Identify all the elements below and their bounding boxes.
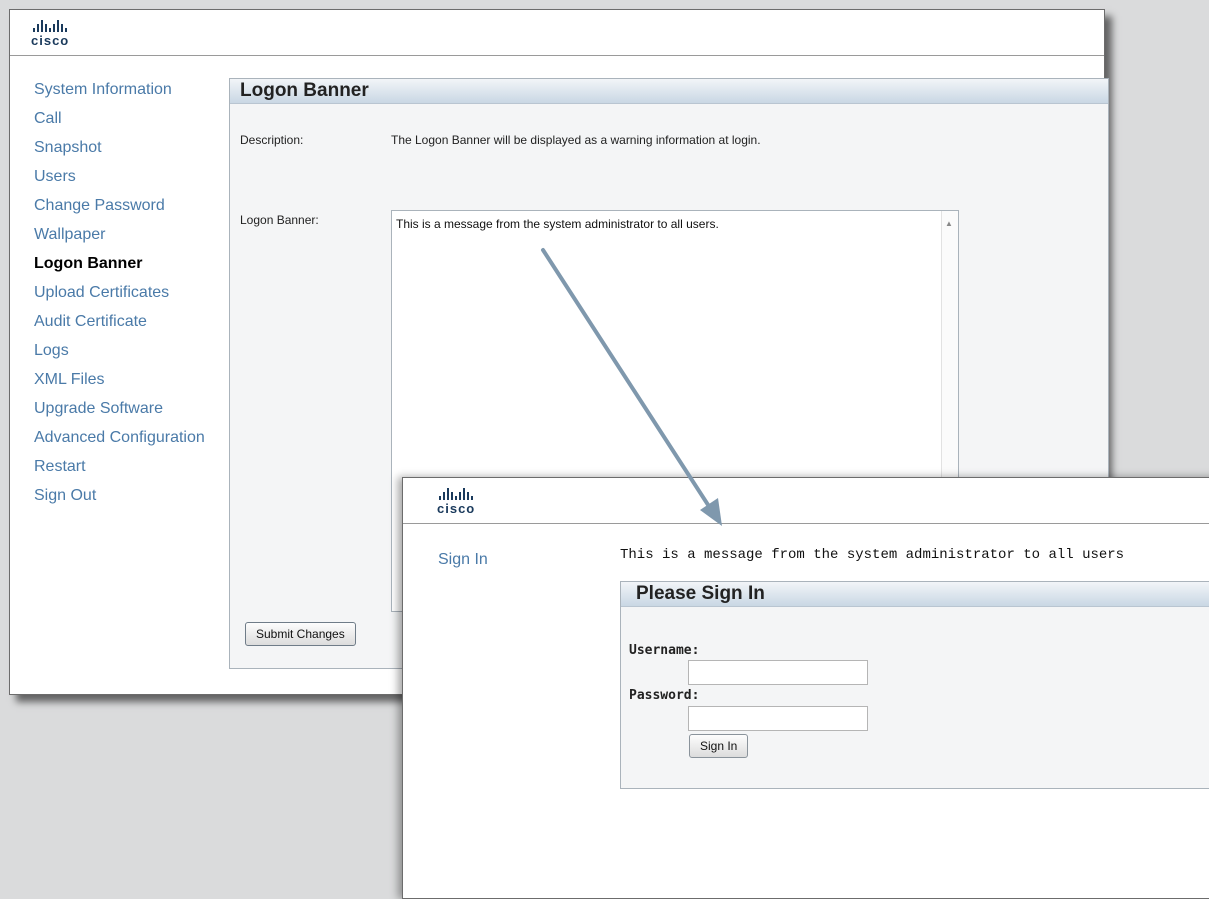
nav-item-upload-certificates[interactable]: Upload Certificates (34, 283, 224, 302)
cisco-logo: cisco (31, 20, 69, 47)
signin-window: cisco Sign In This is a message from the… (402, 477, 1209, 899)
cisco-logo-text: cisco (31, 33, 70, 48)
password-label: Password: (629, 688, 700, 703)
sign-in-panel: Please Sign In Username: Password: Sign … (620, 581, 1209, 789)
nav-item-snapshot[interactable]: Snapshot (34, 138, 224, 157)
sign-in-panel-title: Please Sign In (621, 582, 1209, 607)
nav-item-audit-certificate[interactable]: Audit Certificate (34, 312, 224, 331)
username-input[interactable] (688, 660, 868, 685)
nav-item-users[interactable]: Users (34, 167, 224, 186)
description-text: The Logon Banner will be displayed as a … (391, 133, 761, 147)
logon-banner-text: This is a message from the system admini… (396, 217, 719, 231)
nav-item-xml-files[interactable]: XML Files (34, 370, 224, 389)
nav-item-system-information[interactable]: System Information (34, 80, 224, 99)
description-label: Description: (240, 133, 304, 147)
cisco-logo-bars (439, 488, 475, 500)
admin-sidebar-nav: System Information Call Snapshot Users C… (34, 80, 224, 515)
nav-item-change-password[interactable]: Change Password (34, 196, 224, 215)
nav-item-call[interactable]: Call (34, 109, 224, 128)
nav-item-sign-in[interactable]: Sign In (438, 551, 488, 569)
nav-item-advanced-configuration[interactable]: Advanced Configuration (34, 428, 224, 447)
password-input[interactable] (688, 706, 868, 731)
nav-item-wallpaper[interactable]: Wallpaper (34, 225, 224, 244)
cisco-logo-bars (33, 20, 69, 32)
cisco-logo-text: cisco (437, 501, 476, 516)
logon-banner-message: This is a message from the system admini… (620, 547, 1125, 563)
nav-item-logon-banner[interactable]: Logon Banner (34, 254, 224, 273)
nav-item-restart[interactable]: Restart (34, 457, 224, 476)
cisco-logo: cisco (437, 488, 475, 515)
header-divider (10, 55, 1104, 56)
scroll-up-arrow-icon[interactable]: ▲ (945, 219, 953, 228)
nav-item-logs[interactable]: Logs (34, 341, 224, 360)
submit-changes-button[interactable]: Submit Changes (245, 622, 356, 646)
nav-item-sign-out[interactable]: Sign Out (34, 486, 224, 505)
header-divider (403, 523, 1209, 524)
username-label: Username: (629, 643, 700, 658)
nav-item-upgrade-software[interactable]: Upgrade Software (34, 399, 224, 418)
logon-banner-label: Logon Banner: (240, 213, 319, 227)
sign-in-button[interactable]: Sign In (689, 734, 749, 758)
panel-title: Logon Banner (230, 79, 1108, 104)
